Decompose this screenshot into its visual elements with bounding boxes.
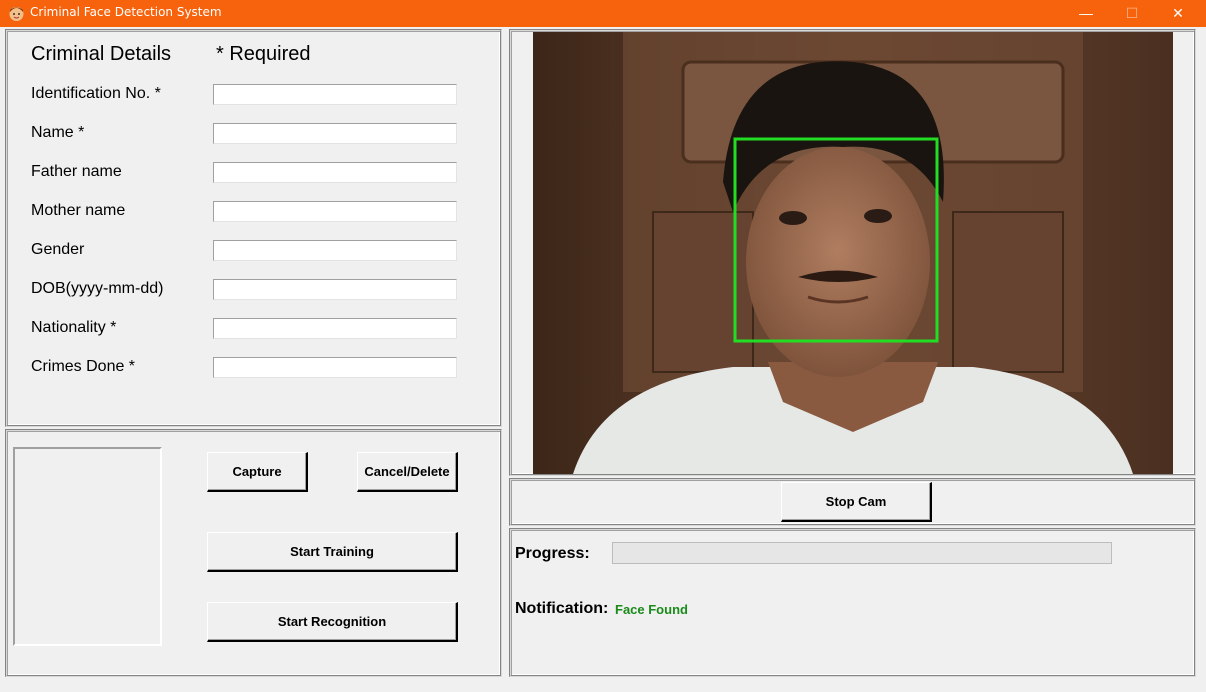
maximize-button[interactable]: ☐ bbox=[1109, 0, 1155, 27]
father-name-label: Father name bbox=[31, 163, 122, 180]
dob-field[interactable] bbox=[213, 279, 457, 300]
close-button[interactable]: ✕ bbox=[1155, 0, 1201, 27]
start-training-button[interactable]: Start Training bbox=[207, 532, 458, 572]
name-field[interactable] bbox=[213, 123, 457, 144]
progress-label: Progress: bbox=[515, 545, 590, 562]
stop-cam-button[interactable]: Stop Cam bbox=[781, 482, 932, 522]
mother-name-field[interactable] bbox=[213, 201, 457, 222]
crimes-field[interactable] bbox=[213, 357, 457, 378]
start-recognition-button[interactable]: Start Recognition bbox=[207, 602, 458, 642]
id-label: Identification No. * bbox=[31, 85, 161, 102]
mother-name-label: Mother name bbox=[31, 202, 126, 219]
app-icon bbox=[9, 7, 24, 21]
nationality-label: Nationality * bbox=[31, 319, 117, 336]
details-heading: Criminal Details bbox=[31, 43, 172, 65]
notification-label: Notification: bbox=[515, 600, 609, 617]
dob-label: DOB(yyyy-mm-dd) bbox=[31, 280, 164, 297]
identification-field[interactable] bbox=[213, 84, 457, 105]
title-bar: Criminal Face Detection System — ☐ ✕ bbox=[0, 0, 1206, 27]
name-label: Name * bbox=[31, 124, 85, 141]
notification-text: Face Found bbox=[615, 602, 688, 617]
required-note: * Required bbox=[216, 43, 311, 65]
father-name-field[interactable] bbox=[213, 162, 457, 183]
cancel-delete-button[interactable]: Cancel/Delete bbox=[357, 452, 458, 492]
window-title: Criminal Face Detection System bbox=[30, 5, 222, 19]
nationality-field[interactable] bbox=[213, 318, 457, 339]
minimize-button[interactable]: — bbox=[1063, 0, 1109, 27]
progress-bar bbox=[612, 542, 1112, 564]
capture-button[interactable]: Capture bbox=[207, 452, 308, 492]
crimes-label: Crimes Done * bbox=[31, 358, 136, 375]
camera-feed bbox=[533, 32, 1173, 474]
gender-field[interactable] bbox=[213, 240, 457, 261]
captured-photo-preview bbox=[13, 447, 162, 646]
gender-label: Gender bbox=[31, 241, 85, 258]
